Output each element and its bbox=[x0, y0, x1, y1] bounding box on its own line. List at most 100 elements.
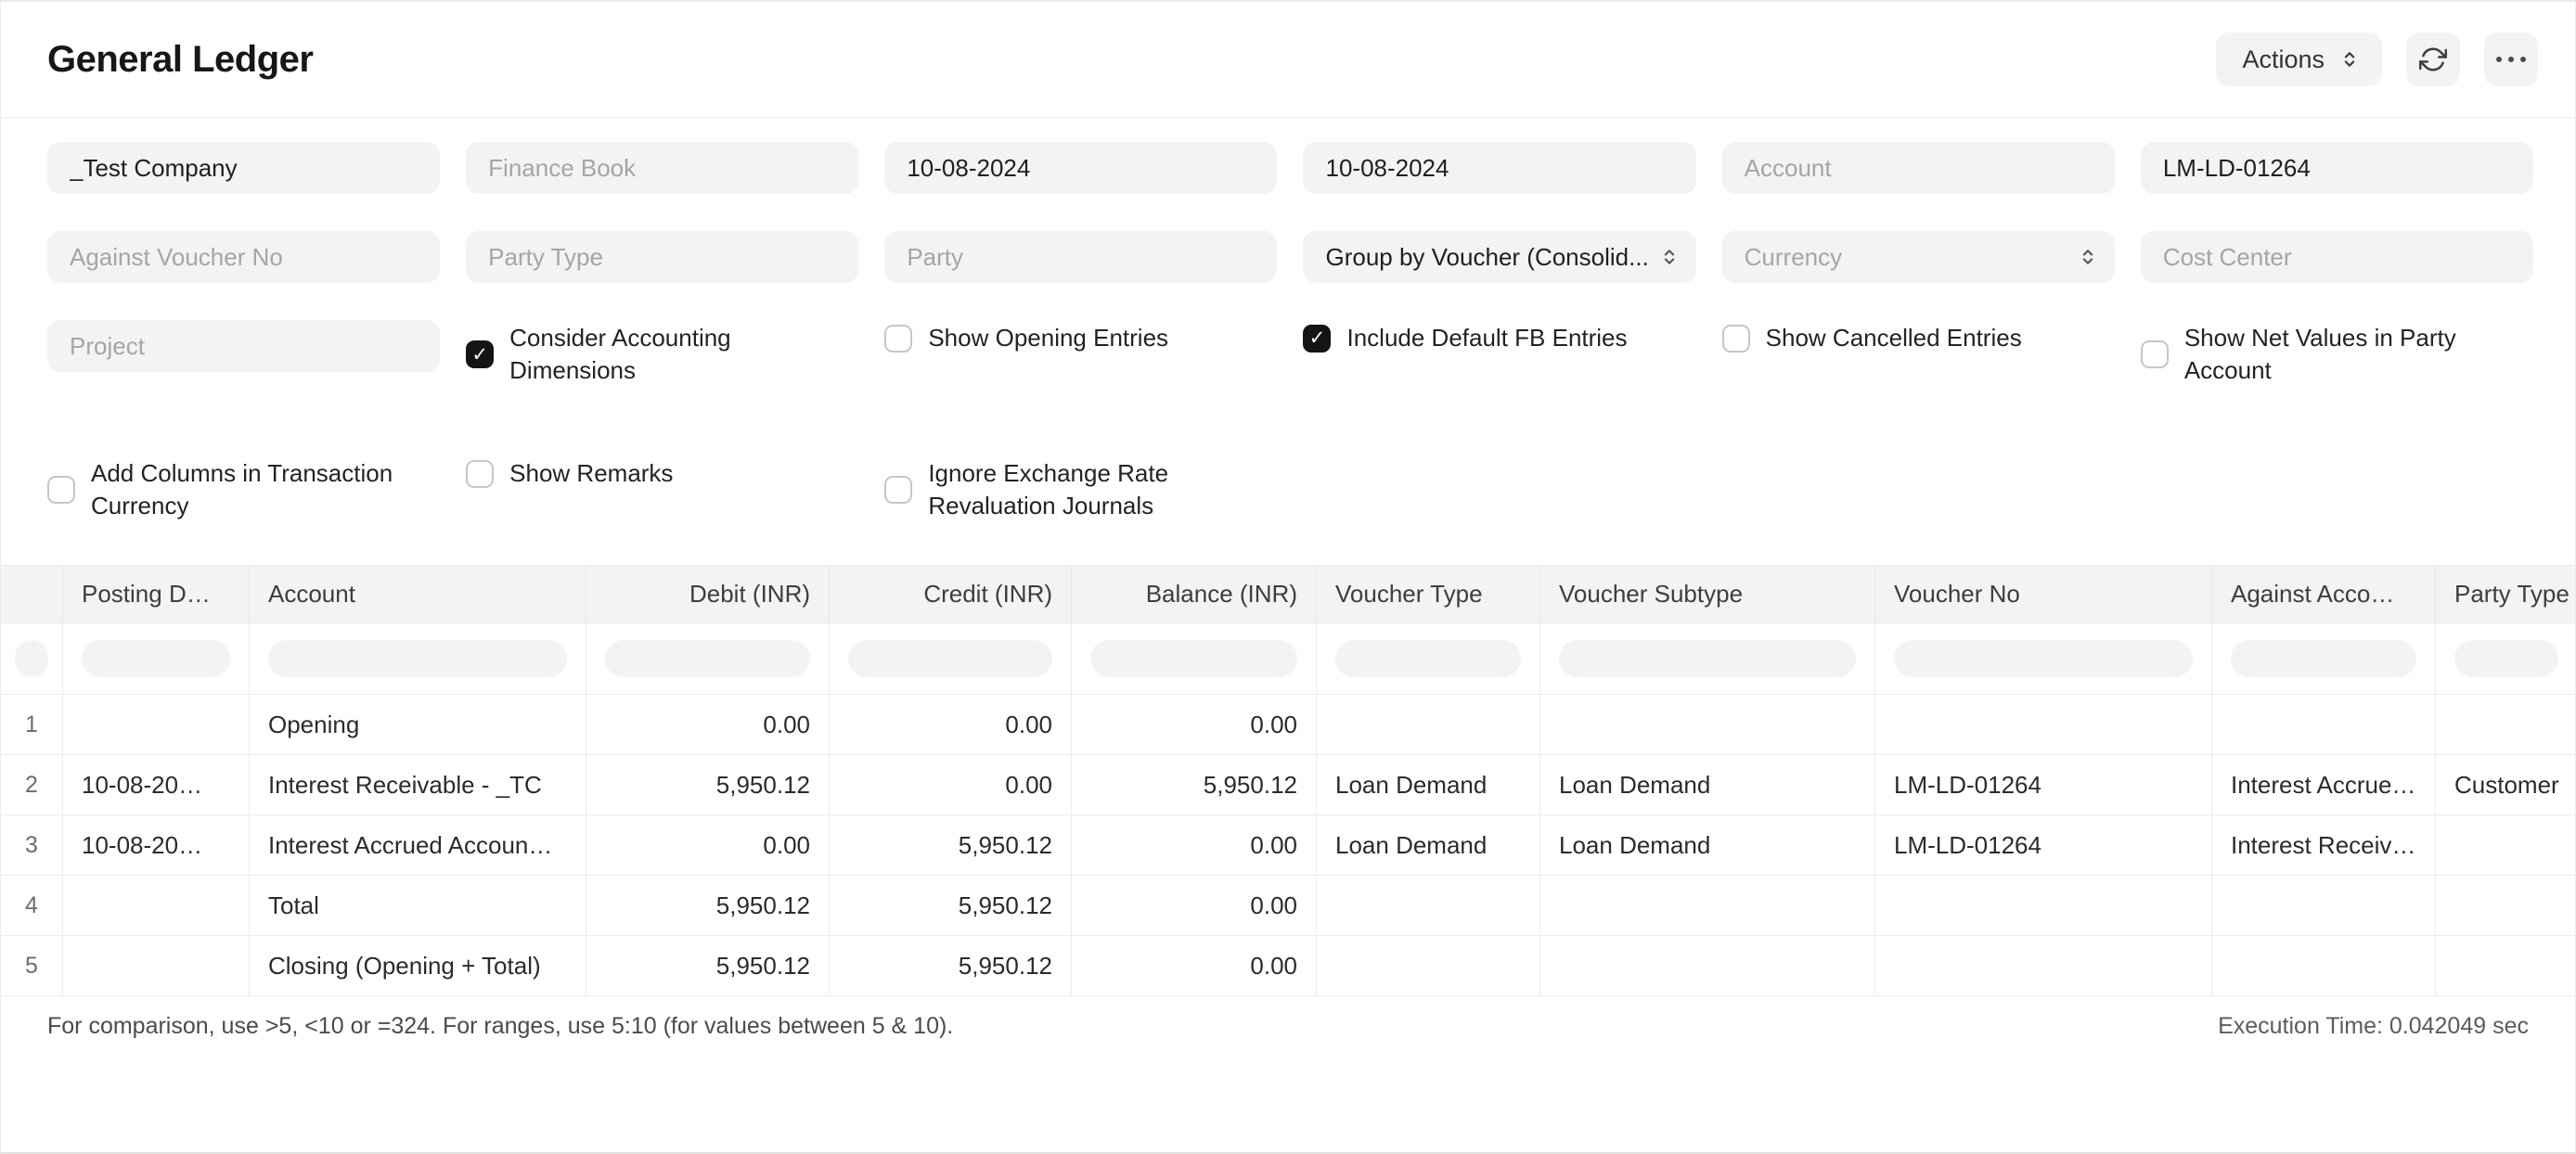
checkbox-label: Ignore Exchange Rate Revaluation Journal… bbox=[928, 459, 1169, 519]
checkbox-include-default-fb-entries[interactable]: Include Default FB Entries bbox=[1303, 320, 1695, 354]
party-filter[interactable] bbox=[884, 231, 1278, 283]
cell-account: Closing (Opening + Total) bbox=[250, 936, 586, 995]
checkbox-icon bbox=[884, 324, 913, 353]
checkbox-show-remarks[interactable]: Show Remarks bbox=[466, 455, 858, 490]
checkbox-consider-accounting-dimensions[interactable]: Consider Accounting Dimensions bbox=[466, 320, 858, 387]
cell-against-account bbox=[2212, 695, 2436, 754]
cell-voucher-no: LM-LD-01264 bbox=[1875, 755, 2212, 814]
cell-index: 5 bbox=[1, 936, 63, 995]
filter-row-1 bbox=[47, 142, 2533, 194]
cell-against-account: Interest Receiv… bbox=[2212, 815, 2436, 875]
table-filter-input-voucher-no[interactable] bbox=[1894, 640, 2193, 677]
table-header-row: Posting D… Account Debit (INR) Credit (I… bbox=[1, 566, 2575, 623]
actions-button-label: Actions bbox=[2242, 45, 2325, 73]
cell-debit: 0.00 bbox=[586, 815, 830, 875]
report-filters: Group by Voucher (Consolid... Currency C… bbox=[1, 118, 2575, 566]
column-header-against-account[interactable]: Against Acco… bbox=[2212, 566, 2436, 622]
report-header: General Ledger Actions bbox=[1, 2, 2575, 118]
checkbox-add-columns-in-transaction-currency[interactable]: Add Columns in Transaction Currency bbox=[47, 455, 440, 522]
table-filter-input-against-account[interactable] bbox=[2231, 640, 2416, 677]
cell-account: Interest Accrued Accoun… bbox=[250, 815, 586, 875]
table-filter-input-debit[interactable] bbox=[605, 640, 810, 677]
general-ledger-report-page: General Ledger Actions _Test Company Fin… bbox=[0, 0, 2576, 1154]
checkbox-icon bbox=[1721, 324, 1750, 353]
ellipsis-icon bbox=[2496, 57, 2526, 62]
checkbox-show-net-values-in-party-account[interactable]: Show Net Values in Party Account bbox=[2140, 320, 2533, 387]
account-filter[interactable] bbox=[1721, 142, 2115, 194]
voucher-no-filter[interactable] bbox=[2140, 142, 2533, 194]
cost-center-filter[interactable] bbox=[2140, 231, 2533, 283]
actions-button[interactable]: Actions bbox=[2216, 32, 2382, 86]
cell-voucher-subtype: Loan Demand bbox=[1540, 815, 1875, 875]
table-filter-input-account[interactable] bbox=[268, 640, 567, 677]
cell-party-type bbox=[2436, 695, 2575, 754]
from-date-filter[interactable] bbox=[884, 142, 1278, 194]
checkbox-label: Consider Accounting Dimensions bbox=[509, 324, 731, 384]
cell-party-type bbox=[2436, 936, 2575, 995]
group-by-select[interactable]: Group by Voucher (Consolid... bbox=[1303, 231, 1696, 283]
cell-against-account bbox=[2212, 936, 2436, 995]
refresh-button[interactable] bbox=[2406, 32, 2460, 86]
table-filter-row bbox=[1, 623, 2575, 695]
checkbox-label: Include Default FB Entries bbox=[1346, 324, 1628, 352]
column-header-credit[interactable]: Credit (INR) bbox=[830, 566, 1072, 622]
checkbox-icon bbox=[47, 476, 75, 504]
column-header-voucher-type[interactable]: Voucher Type bbox=[1317, 566, 1540, 622]
column-header-debit[interactable]: Debit (INR) bbox=[586, 566, 830, 622]
cell-party-type bbox=[2436, 815, 2575, 875]
cell-voucher-no: LM-LD-01264 bbox=[1875, 815, 2212, 875]
cell-debit: 5,950.12 bbox=[586, 755, 830, 814]
chevron-up-down-icon bbox=[2344, 52, 2355, 67]
cell-posting-date bbox=[63, 695, 250, 754]
cell-voucher-type bbox=[1317, 876, 1540, 935]
checkbox-show-cancelled-entries[interactable]: Show Cancelled Entries bbox=[1721, 320, 2115, 354]
project-filter[interactable] bbox=[47, 320, 441, 372]
table-filter-input-posting-date[interactable] bbox=[82, 640, 230, 677]
page-title: General Ledger bbox=[47, 38, 314, 80]
cell-against-account: Interest Accrue… bbox=[2212, 755, 2436, 814]
cell-index: 1 bbox=[1, 695, 63, 754]
column-header-posting-date[interactable]: Posting D… bbox=[63, 566, 250, 622]
checkbox-label: Show Remarks bbox=[509, 459, 674, 487]
checkbox-label: Show Cancelled Entries bbox=[1765, 324, 2022, 352]
checkbox-ignore-exchange-rate-revaluation-journals[interactable]: Ignore Exchange Rate Revaluation Journal… bbox=[884, 455, 1277, 522]
against-voucher-no-filter[interactable] bbox=[47, 231, 441, 283]
column-header-account[interactable]: Account bbox=[250, 566, 586, 622]
table-filter-input-index[interactable] bbox=[15, 640, 48, 677]
column-header-balance[interactable]: Balance (INR) bbox=[1072, 566, 1317, 622]
table-filter-input-credit[interactable] bbox=[848, 640, 1052, 677]
table-filter-input-balance[interactable] bbox=[1090, 640, 1297, 677]
cell-credit: 5,950.12 bbox=[830, 936, 1072, 995]
report-footer: For comparison, use >5, <10 or =324. For… bbox=[1, 996, 2575, 1056]
party-type-filter[interactable] bbox=[466, 231, 859, 283]
checkbox-icon bbox=[2140, 340, 2169, 368]
currency-value: Currency bbox=[1744, 242, 1843, 271]
cell-voucher-no bbox=[1875, 876, 2212, 935]
table-filter-input-voucher-type[interactable] bbox=[1335, 640, 1521, 677]
cell-index: 2 bbox=[1, 755, 63, 814]
cell-voucher-type bbox=[1317, 695, 1540, 754]
to-date-filter[interactable] bbox=[1303, 142, 1696, 194]
column-header-party-type[interactable]: Party Type bbox=[2436, 566, 2575, 622]
checkbox-show-opening-entries[interactable]: Show Opening Entries bbox=[884, 320, 1277, 354]
table-filter-input-party-type[interactable] bbox=[2454, 640, 2558, 677]
column-header-voucher-no[interactable]: Voucher No bbox=[1875, 566, 2212, 622]
cell-index: 3 bbox=[1, 815, 63, 875]
column-header-voucher-subtype[interactable]: Voucher Subtype bbox=[1540, 566, 1875, 622]
table-row: 1 Opening 0.00 0.00 0.00 bbox=[1, 695, 2575, 755]
cell-account: Total bbox=[250, 876, 586, 935]
cell-debit: 5,950.12 bbox=[586, 936, 830, 995]
group-by-value: Group by Voucher (Consolid... bbox=[1325, 242, 1649, 271]
cell-balance: 0.00 bbox=[1072, 936, 1317, 995]
currency-select[interactable]: Currency bbox=[1721, 231, 2115, 283]
cell-credit: 0.00 bbox=[830, 695, 1072, 754]
cell-voucher-subtype: Loan Demand bbox=[1540, 755, 1875, 814]
cell-voucher-subtype bbox=[1540, 936, 1875, 995]
chevron-up-down-icon bbox=[1664, 250, 1674, 264]
cell-debit: 0.00 bbox=[586, 695, 830, 754]
more-options-button[interactable] bbox=[2484, 32, 2538, 86]
company-filter[interactable] bbox=[47, 142, 441, 194]
finance-book-filter[interactable] bbox=[466, 142, 859, 194]
table-filter-input-voucher-subtype[interactable] bbox=[1559, 640, 1856, 677]
cell-credit: 5,950.12 bbox=[830, 876, 1072, 935]
